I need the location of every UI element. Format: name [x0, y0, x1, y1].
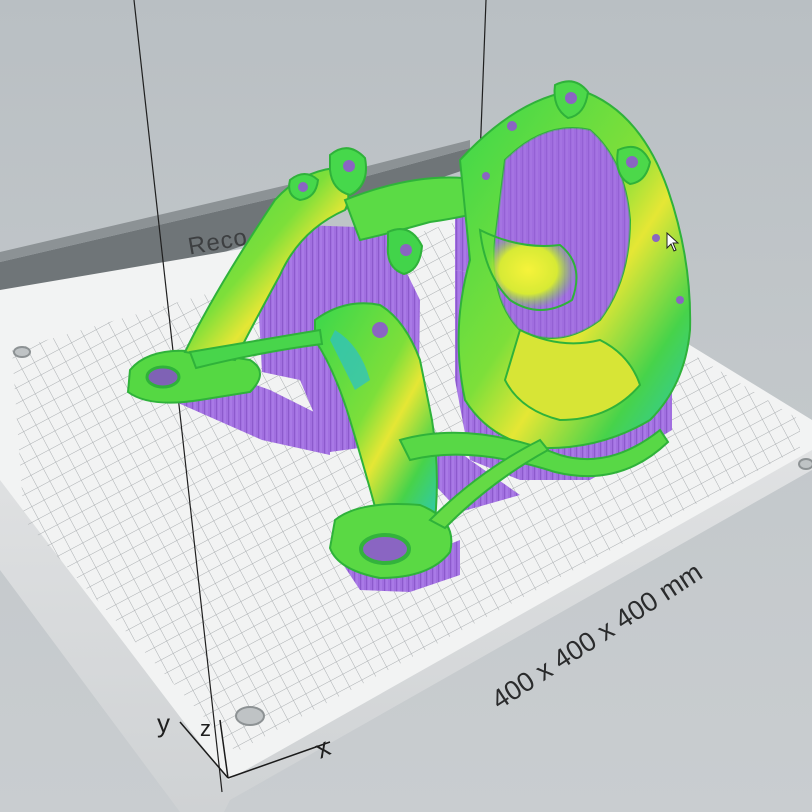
axis-y-label: y: [157, 708, 170, 738]
mouse-cursor-icon: [666, 232, 680, 252]
3d-viewport[interactable]: Reco 400 x 400 x 400 mm x y z: [0, 0, 812, 812]
bed-hole-back-left: [13, 346, 31, 358]
bed-hole-front-left: [235, 706, 265, 726]
axis-z-label: z: [200, 716, 211, 741]
bed-hole-right: [798, 458, 812, 470]
build-plate-scene[interactable]: [0, 0, 812, 812]
